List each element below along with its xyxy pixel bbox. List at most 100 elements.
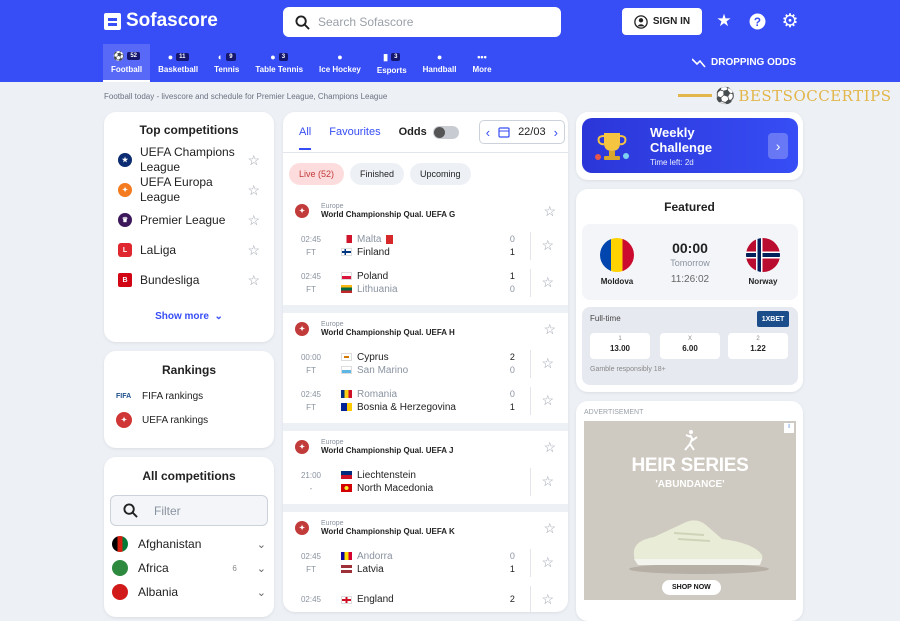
star-icon[interactable]: ☆ bbox=[543, 439, 556, 456]
match-row[interactable]: 02:45 FT Romania Bosnia & Herzegovina 01 … bbox=[283, 382, 568, 419]
chevron-down-icon: ⌄ bbox=[256, 538, 266, 551]
competition-item[interactable]: ★ UEFA Champions League ☆ bbox=[104, 145, 274, 175]
odds-button-away[interactable]: 2 1.22 bbox=[728, 333, 788, 359]
tab-favourites[interactable]: Favourites bbox=[329, 126, 380, 138]
competition-item[interactable]: L LaLiga ☆ bbox=[104, 235, 274, 265]
uefa-rankings-link[interactable]: ✦ UEFA rankings bbox=[104, 412, 274, 428]
star-icon[interactable]: ☆ bbox=[541, 274, 554, 291]
home-team: Liechtenstein bbox=[357, 469, 416, 481]
odds-button-draw[interactable]: X 6.00 bbox=[660, 333, 720, 359]
tab-esports[interactable]: ▮ 3 Esports bbox=[369, 44, 415, 82]
sign-in-button[interactable]: SIGN IN bbox=[622, 8, 702, 35]
star-icon[interactable]: ☆ bbox=[541, 355, 554, 372]
match-row[interactable]: 02:45 England 2 ☆ bbox=[283, 581, 568, 612]
filter-input[interactable]: Filter bbox=[110, 495, 268, 526]
row-divider bbox=[530, 386, 532, 415]
chevron-left-icon[interactable]: ‹ bbox=[486, 125, 490, 140]
match-row[interactable]: 02:45 FT Andorra Latvia 0 1 ☆ bbox=[283, 544, 568, 581]
search-input[interactable]: Search Sofascore bbox=[283, 7, 561, 37]
star-icon[interactable]: ☆ bbox=[247, 182, 260, 199]
odds-switch[interactable] bbox=[432, 125, 459, 139]
filter-live[interactable]: Live (52) bbox=[289, 163, 345, 185]
match-group: ✦ Europe World Championship Qual. UEFA H … bbox=[283, 313, 568, 419]
watermark-swoosh bbox=[678, 94, 712, 97]
competition-item[interactable]: ♛ Premier League ☆ bbox=[104, 205, 274, 235]
trophy-icon bbox=[592, 129, 632, 163]
odds-button-home[interactable]: 1 13.00 bbox=[590, 333, 650, 359]
uefa-logo-icon: ✦ bbox=[295, 322, 309, 336]
tab-table-tennis[interactable]: ● 3 Table Tennis bbox=[247, 44, 311, 82]
match-time: 21:00 bbox=[300, 470, 322, 480]
competition-item[interactable]: ✦ UEFA Europa League ☆ bbox=[104, 175, 274, 205]
filter-upcoming[interactable]: Upcoming bbox=[410, 163, 471, 185]
shop-now-button[interactable]: SHOP NOW bbox=[662, 580, 721, 595]
tab-all[interactable]: All bbox=[299, 126, 312, 150]
tab-handball[interactable]: ● Handball bbox=[415, 44, 465, 82]
help-icon[interactable]: ? bbox=[747, 11, 767, 31]
chevron-right-icon[interactable]: › bbox=[768, 132, 788, 159]
star-icon[interactable]: ☆ bbox=[543, 203, 556, 220]
star-icon[interactable]: ☆ bbox=[247, 272, 260, 289]
ad-info-icon[interactable]: i bbox=[784, 423, 794, 433]
weekly-challenge-subtitle: Time left: 2d bbox=[650, 157, 694, 167]
bookmaker-logo[interactable]: 1XBET bbox=[757, 311, 789, 327]
country-item[interactable]: Albania ⌄ bbox=[104, 580, 274, 604]
bosnia-flag-icon bbox=[341, 403, 352, 411]
country-item[interactable]: Afghanistan ⌄ bbox=[104, 532, 274, 556]
weekly-challenge-banner[interactable]: Weekly Challenge Time left: 2d › bbox=[582, 118, 798, 173]
ad-subheadline: 'ABUNDANCE' bbox=[655, 479, 725, 490]
kickoff-time: 00:00 bbox=[672, 239, 708, 256]
show-more-button[interactable]: Show more ⌄ bbox=[104, 311, 274, 322]
football-icon: ⚽ bbox=[113, 50, 125, 61]
settings-gear-icon[interactable]: ⚙ bbox=[780, 11, 800, 32]
matches-card: All Favourites Odds ‹ 22/03 › Live (52) … bbox=[283, 112, 568, 612]
away-score: 0 bbox=[509, 364, 515, 375]
favourites-star-icon[interactable]: ★ bbox=[714, 11, 734, 31]
league-header[interactable]: ✦ Europe World Championship Qual. UEFA J … bbox=[283, 431, 568, 463]
star-icon[interactable]: ☆ bbox=[541, 237, 554, 254]
star-icon[interactable]: ☆ bbox=[247, 242, 260, 259]
chevron-right-icon[interactable]: › bbox=[554, 125, 558, 140]
star-icon[interactable]: ☆ bbox=[541, 473, 554, 490]
star-icon[interactable]: ☆ bbox=[247, 152, 260, 169]
competition-item[interactable]: B Bundesliga ☆ bbox=[104, 265, 274, 295]
league-title: World Championship Qual. UEFA K bbox=[321, 527, 455, 536]
ranking-name: UEFA rankings bbox=[142, 414, 209, 426]
league-title: World Championship Qual. UEFA J bbox=[321, 446, 454, 455]
fifa-logo-icon: FIFA bbox=[116, 393, 132, 400]
tab-football[interactable]: ⚽ 52 Football bbox=[103, 44, 151, 82]
odds-value: 6.00 bbox=[682, 344, 698, 353]
match-time: 02:45 bbox=[300, 551, 322, 561]
star-icon[interactable]: ☆ bbox=[543, 520, 556, 537]
match-row[interactable]: 00:00 FT Cyprus San Marino 2 0 ☆ bbox=[283, 345, 568, 382]
league-header[interactable]: ✦ Europe World Championship Qual. UEFA G … bbox=[283, 195, 568, 227]
ranking-name: FIFA rankings bbox=[142, 391, 204, 402]
tab-label: Table Tennis bbox=[255, 65, 304, 74]
match-row[interactable]: 21:00 - Liechtenstein North Macedonia ☆ bbox=[283, 463, 568, 500]
odds-toggle[interactable]: Odds bbox=[399, 125, 459, 139]
star-icon[interactable]: ☆ bbox=[541, 392, 554, 409]
star-icon[interactable]: ☆ bbox=[543, 321, 556, 338]
card-title: Top competitions bbox=[139, 123, 239, 137]
star-icon[interactable]: ☆ bbox=[541, 554, 554, 571]
tab-ice-hockey[interactable]: ● Ice Hockey bbox=[311, 44, 369, 82]
sofascore-logo[interactable]: Sofascore bbox=[104, 10, 218, 32]
filter-finished[interactable]: Finished bbox=[350, 163, 405, 185]
advertisement-banner[interactable]: HEIR SERIES 'ABUNDANCE' SHOP NOW i bbox=[584, 421, 796, 600]
featured-match[interactable]: Moldova 00:00 Tomorrow 11:26:02 Norway bbox=[582, 224, 798, 300]
star-icon[interactable]: ☆ bbox=[247, 212, 260, 229]
tab-tennis[interactable]: ◐ 9 Tennis bbox=[206, 44, 247, 82]
san-marino-flag-icon bbox=[341, 366, 352, 374]
dropping-odds-link[interactable]: DROPPING ODDS bbox=[692, 57, 796, 68]
league-header[interactable]: ✦ Europe World Championship Qual. UEFA K … bbox=[283, 512, 568, 544]
tab-more[interactable]: ••• More bbox=[464, 44, 499, 82]
match-row[interactable]: 02:45 FT Poland Lithuania 1 0 ☆ bbox=[283, 264, 568, 301]
league-header[interactable]: ✦ Europe World Championship Qual. UEFA H … bbox=[283, 313, 568, 345]
bundesliga-icon: B bbox=[118, 273, 132, 287]
fifa-rankings-link[interactable]: FIFA FIFA rankings bbox=[104, 391, 274, 402]
malta-flag-icon bbox=[341, 235, 352, 243]
match-row[interactable]: 02:45 FT Malta Finland 0 1 ☆ bbox=[283, 227, 568, 264]
date-picker[interactable]: ‹ 22/03 › bbox=[478, 120, 565, 144]
country-item[interactable]: Africa 6 ⌄ bbox=[104, 556, 274, 580]
tab-basketball[interactable]: ● 11 Basketball bbox=[150, 44, 206, 82]
